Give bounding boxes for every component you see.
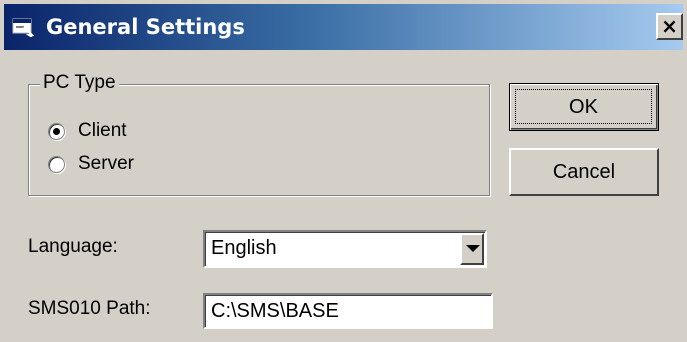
chevron-down-icon [466,245,480,252]
cancel-button[interactable]: Cancel [509,148,659,196]
sms-path-label: SMS010 Path: [28,298,151,319]
dropdown-button[interactable] [460,233,484,265]
language-select[interactable]: English [203,230,487,268]
close-icon: × [661,14,678,38]
ok-button-label: OK [515,89,652,124]
radio-client-label: Client [78,120,127,141]
radio-client-indicator[interactable] [48,122,65,140]
language-label: Language: [28,236,118,257]
radio-server-indicator[interactable] [48,155,65,173]
window-title: General Settings [46,15,245,39]
general-settings-dialog: General Settings × PC Type Client Server… [0,0,687,342]
radio-server[interactable]: Server [48,152,134,176]
sms-path-input[interactable] [203,293,493,329]
title-bar[interactable]: General Settings × [4,4,683,50]
radio-server-label: Server [78,153,134,174]
app-window-icon [12,17,35,38]
close-button[interactable]: × [656,13,683,40]
radio-client[interactable]: Client [48,119,127,143]
language-value: English [211,237,277,259]
pc-type-legend: PC Type [40,70,119,96]
ok-button[interactable]: OK [509,83,659,131]
